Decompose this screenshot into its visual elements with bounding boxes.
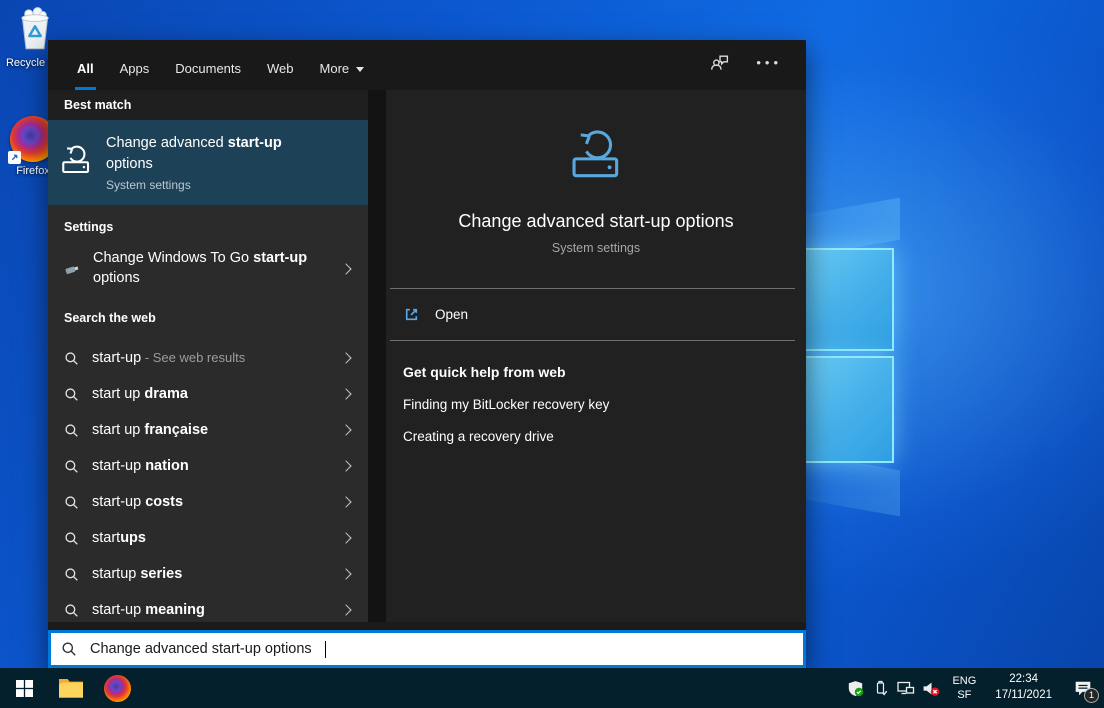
feedback-icon[interactable] (709, 52, 730, 78)
chevron-right-icon (340, 263, 351, 274)
spacer (48, 622, 806, 630)
search-icon (64, 495, 79, 510)
chevron-right-icon (340, 604, 351, 615)
taskbar: ENG SF 22:34 17/11/2021 1 (0, 668, 1104, 708)
desktop: Recycle Bin Firefox All Apps Documents W… (0, 0, 1104, 708)
help-link-recovery-drive[interactable]: Creating a recovery drive (403, 429, 789, 444)
search-the-web-section-label: Search the web (64, 311, 156, 325)
help-link-bitlocker[interactable]: Finding my BitLocker recovery key (403, 397, 789, 412)
chevron-right-icon (340, 352, 351, 363)
search-flyout: All Apps Documents Web More ••• (48, 40, 806, 668)
text-caret (325, 641, 326, 658)
web-suggestion[interactable]: start-up meaning (48, 592, 368, 622)
chevron-right-icon (340, 532, 351, 543)
taskbar-file-explorer[interactable] (48, 668, 94, 708)
search-input-value: Change advanced start-up options (90, 641, 312, 657)
windows-to-go-icon (64, 261, 80, 277)
preview-title: Change advanced start-up options (386, 211, 806, 232)
preview-subtitle: System settings (386, 241, 806, 255)
search-icon (64, 423, 79, 438)
panel-divider (368, 90, 386, 622)
more-options-icon[interactable]: ••• (756, 55, 782, 76)
date: 17/11/2021 (995, 688, 1052, 704)
search-icon (64, 531, 79, 546)
taskbar-clock[interactable]: 22:34 17/11/2021 (985, 672, 1062, 703)
file-explorer-icon (58, 677, 84, 699)
web-suggestion[interactable]: start-up nation (48, 448, 368, 484)
search-icon (64, 567, 79, 582)
usb-safely-remove-icon[interactable] (868, 668, 893, 708)
web-suggestions-list: start-up - See web results start up dram… (48, 340, 368, 622)
best-match-subtitle: System settings (106, 178, 324, 192)
web-suggestion[interactable]: start up française (48, 412, 368, 448)
search-icon (64, 387, 79, 402)
chevron-right-icon (340, 568, 351, 579)
windows-logo-icon (16, 680, 33, 697)
best-match-section-label: Best match (64, 98, 131, 112)
start-button[interactable] (0, 668, 48, 708)
notification-count-badge: 1 (1084, 688, 1099, 703)
chevron-right-icon (340, 496, 351, 507)
search-icon (64, 603, 79, 618)
search-icon (64, 459, 79, 474)
chevron-right-icon (340, 424, 351, 435)
web-suggestion[interactable]: start up drama (48, 376, 368, 412)
volume-muted-icon[interactable] (918, 668, 943, 708)
web-suggestion[interactable]: start-up - See web results (48, 340, 368, 376)
tab-all[interactable]: All (64, 40, 107, 90)
search-icon (64, 351, 79, 366)
action-center-button[interactable]: 1 (1062, 668, 1104, 708)
advanced-startup-icon (58, 142, 94, 183)
taskbar-firefox[interactable] (94, 668, 140, 708)
settings-section-label: Settings (64, 220, 113, 234)
tab-more[interactable]: More (307, 40, 378, 90)
web-suggestion[interactable]: start-up costs (48, 484, 368, 520)
search-filter-bar: All Apps Documents Web More ••• (48, 40, 806, 90)
advanced-startup-icon-large (386, 124, 806, 191)
chevron-right-icon (340, 460, 351, 471)
best-match-result[interactable]: Change advanced start-up options System … (48, 120, 368, 205)
chevron-down-icon (356, 67, 364, 72)
open-button[interactable]: Open (386, 289, 806, 340)
firefox-icon (104, 675, 131, 702)
help-section-header: Get quick help from web (403, 364, 789, 380)
search-input[interactable]: Change advanced start-up options (48, 630, 806, 668)
web-suggestion[interactable]: startups (48, 520, 368, 556)
settings-result-windows-to-go[interactable]: Change Windows To Go start-up options (48, 241, 368, 297)
tab-documents[interactable]: Documents (162, 40, 254, 90)
tab-apps[interactable]: Apps (107, 40, 163, 90)
search-results-panel: Best match Change ad (48, 90, 368, 622)
language-indicator[interactable]: ENG SF (943, 674, 985, 703)
shortcut-arrow-icon (8, 151, 21, 164)
preview-panel: Change advanced start-up options System … (386, 90, 806, 622)
open-external-icon (403, 306, 420, 323)
time: 22:34 (995, 672, 1052, 688)
web-suggestion[interactable]: startup series (48, 556, 368, 592)
network-icon[interactable] (893, 668, 918, 708)
tab-web[interactable]: Web (254, 40, 307, 90)
best-match-title: Change advanced start-up options (106, 135, 282, 171)
windows-security-icon[interactable] (843, 668, 868, 708)
search-icon (61, 641, 77, 657)
chevron-right-icon (340, 388, 351, 399)
